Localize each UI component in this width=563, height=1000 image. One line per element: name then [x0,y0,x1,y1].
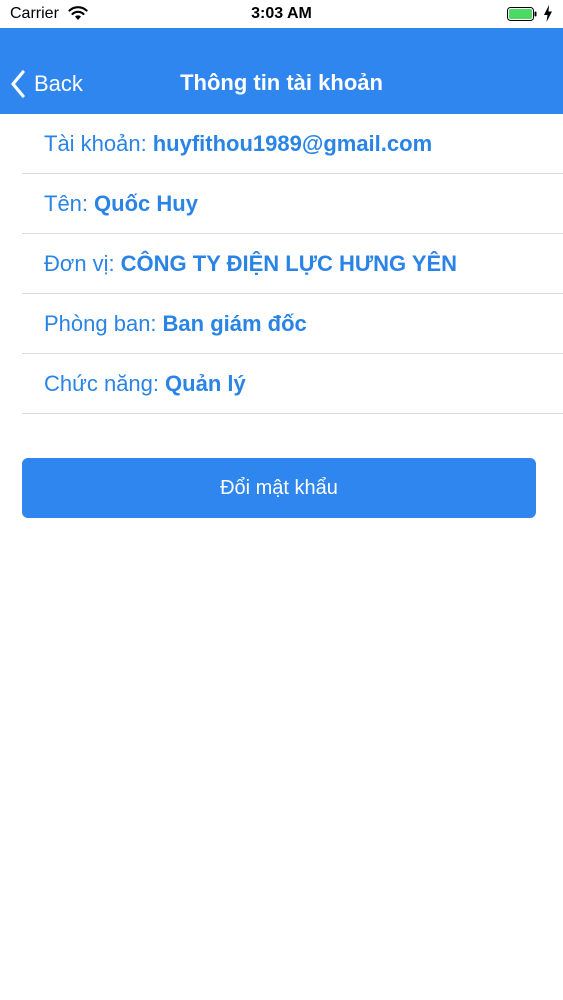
info-row-name: Tên: Quốc Huy [22,174,563,234]
info-row-department: Phòng ban: Ban giám đốc [22,294,563,354]
account-info-list: Tài khoản: huyfithou1989@gmail.com Tên: … [22,114,563,414]
nav-bar: Back Thông tin tài khoản [0,28,563,114]
info-value: CÔNG TY ĐIỆN LỰC HƯNG YÊN [120,250,458,276]
info-label: Đơn vị: [44,250,115,276]
info-row-role: Chức năng: Quản lý [22,354,563,414]
screen: Carrier 3:03 AM Back Thông tin tài khoản… [0,0,563,1000]
info-value: Quản lý [165,370,246,396]
info-label: Tên: [44,190,89,216]
info-label: Tài khoản: [44,130,147,156]
info-label: Phòng ban: [44,310,157,336]
info-value: Ban giám đốc [162,310,307,336]
clock: 3:03 AM [251,5,312,22]
info-value: Quốc Huy [94,190,198,216]
info-row-unit: Đơn vị: CÔNG TY ĐIỆN LỰC HƯNG YÊN [22,234,563,294]
status-bar: Carrier 3:03 AM [0,0,563,28]
info-row-account: Tài khoản: huyfithou1989@gmail.com [22,114,563,174]
bolt-icon [544,5,552,22]
change-password-button[interactable]: Đổi mật khẩu [22,458,536,518]
info-label: Chức năng: [44,370,160,396]
page-title: Thông tin tài khoản [180,70,383,95]
battery-icon [507,7,537,21]
info-value: huyfithou1989@gmail.com [152,130,433,156]
